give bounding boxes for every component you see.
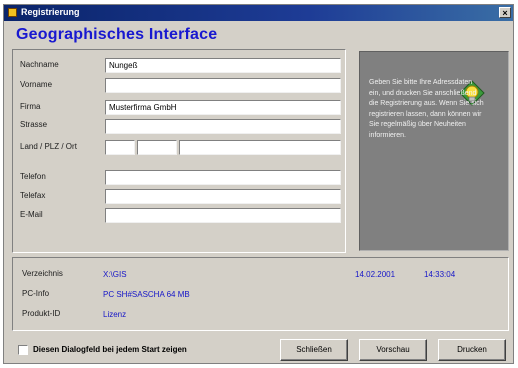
firstname-label: Vorname <box>20 80 53 89</box>
company-field[interactable]: Musterfirma GmbH <box>105 100 341 115</box>
lastname-field[interactable]: Nungeß <box>105 58 341 73</box>
fax-label: Telefax <box>20 191 46 200</box>
zip-field[interactable] <box>137 140 177 155</box>
product-id-value: Lizenz <box>103 310 127 319</box>
country-field[interactable] <box>105 140 135 155</box>
time-value: 14:33:04 <box>424 270 456 279</box>
fax-field[interactable] <box>105 189 341 204</box>
app-icon <box>8 8 17 17</box>
city-field[interactable] <box>179 140 341 155</box>
address-form-panel: Nachname Nungeß Vorname Firma Musterfirm… <box>12 49 346 253</box>
street-field[interactable] <box>105 119 341 134</box>
info-panel: Geben Sie bitte Ihre Adressdaten ein, un… <box>359 51 509 251</box>
preview-button[interactable]: Vorschau <box>359 339 427 361</box>
close-dialog-button[interactable]: Schließen <box>280 339 348 361</box>
product-id-label: Produkt-ID <box>22 309 61 318</box>
company-label: Firma <box>20 102 41 111</box>
phone-label: Telefon <box>20 172 46 181</box>
country-zip-city-label: Land / PLZ / Ort <box>20 142 77 151</box>
phone-field[interactable] <box>105 170 341 185</box>
email-label: E-Mail <box>20 210 43 219</box>
pcinfo-label: PC-Info <box>22 289 50 298</box>
directory-label: Verzeichnis <box>22 269 63 278</box>
window-title: Registrierung <box>21 7 80 17</box>
page-title: Geographisches Interface <box>16 26 218 43</box>
show-at-startup-label[interactable]: Diesen Dialogfeld bei jedem Start zeigen <box>33 345 187 354</box>
lastname-label: Nachname <box>20 60 59 69</box>
date-value: 14.02.2001 <box>355 270 396 279</box>
firstname-field[interactable] <box>105 78 341 93</box>
registration-window: Registrierung × Geographisches Interface… <box>3 4 514 364</box>
print-button[interactable]: Drucken <box>438 339 506 361</box>
status-panel: Verzeichnis X:\GIS 14.02.2001 14:33:04 P… <box>12 257 509 331</box>
info-text: Geben Sie bitte Ihre Adressdaten ein, un… <box>369 79 484 139</box>
directory-value: X:\GIS <box>103 270 127 279</box>
show-at-startup-checkbox[interactable] <box>18 345 28 355</box>
close-button[interactable]: × <box>499 7 511 18</box>
title-bar[interactable]: Registrierung × <box>4 5 513 21</box>
email-field[interactable] <box>105 208 341 223</box>
pcinfo-value: PC SH#SASCHA 64 MB <box>103 290 190 299</box>
street-label: Strasse <box>20 120 48 129</box>
